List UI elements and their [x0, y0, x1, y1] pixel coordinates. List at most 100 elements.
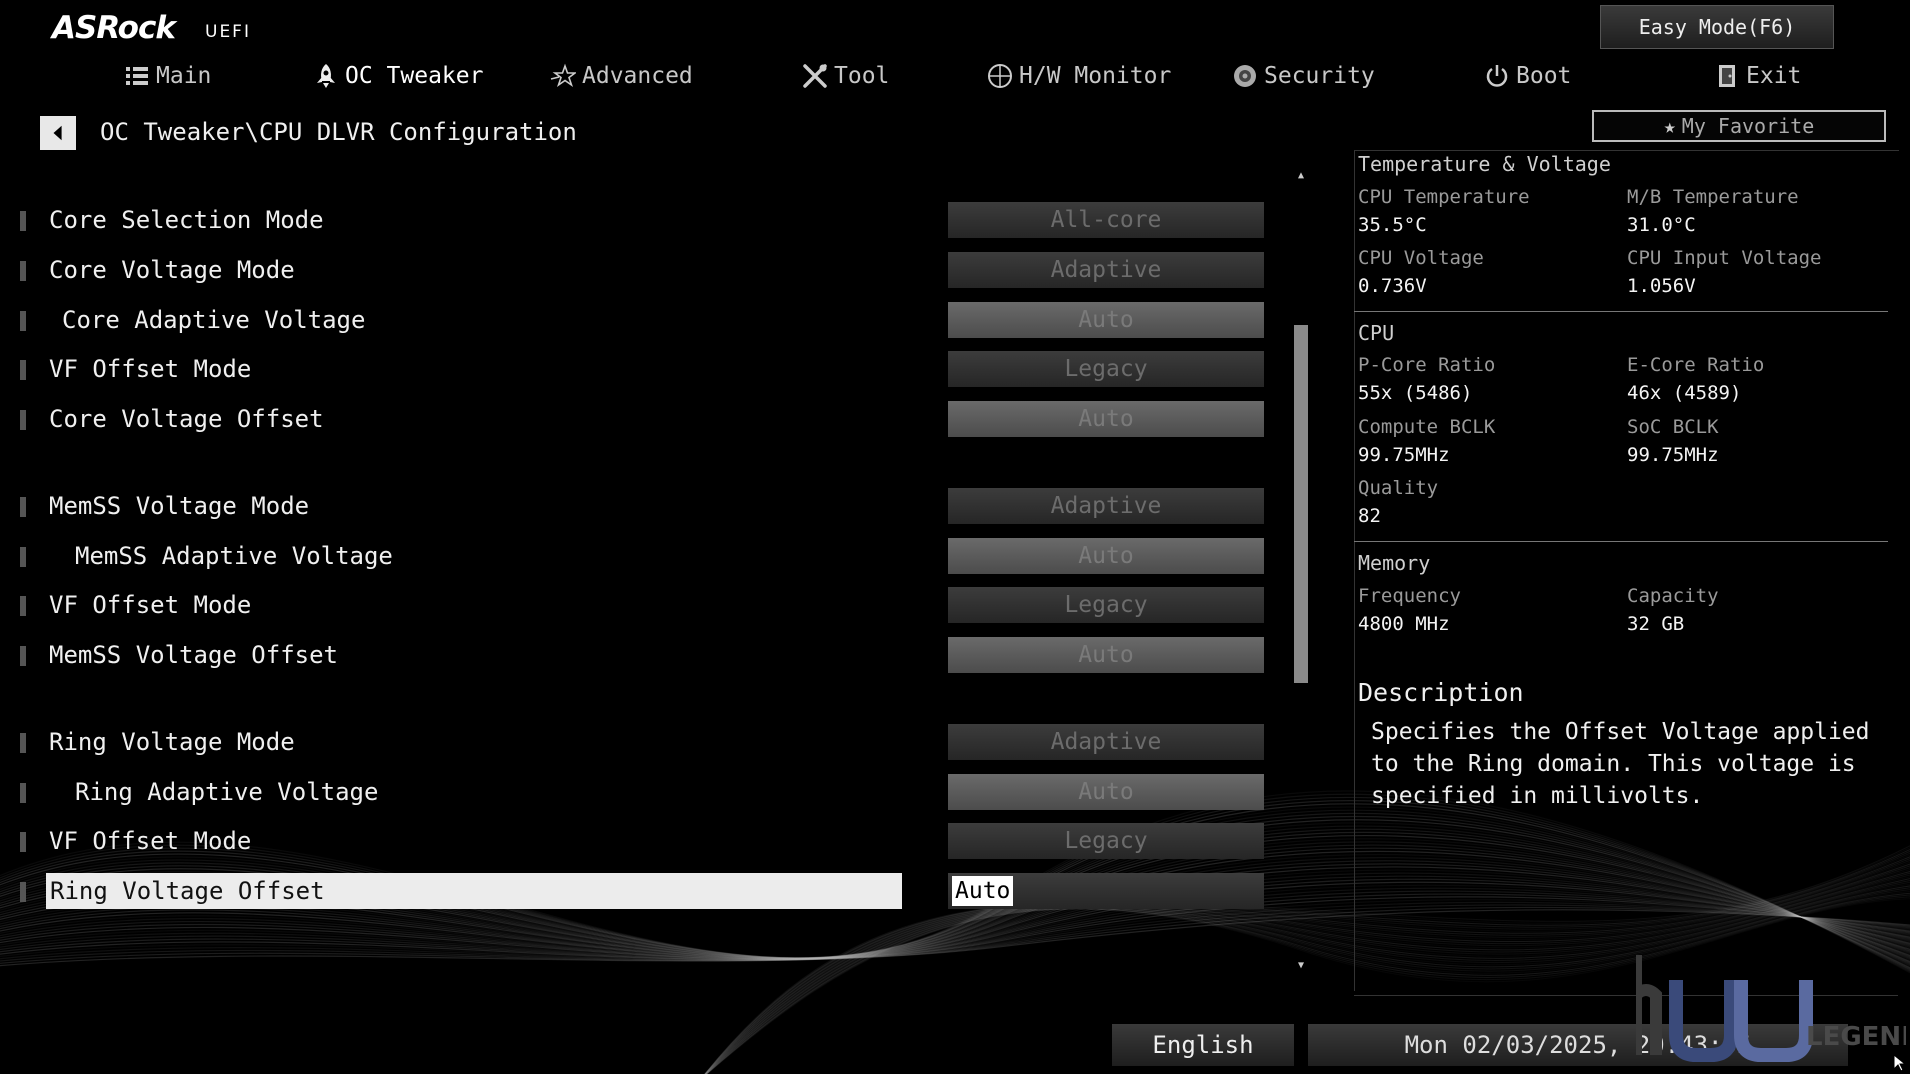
setting-row[interactable]: VF Offset Mode Legacy — [0, 585, 1280, 625]
setting-value[interactable]: All-core — [948, 202, 1264, 238]
my-favorite-button[interactable]: ★ My Favorite — [1592, 110, 1886, 142]
row-marker — [20, 596, 26, 616]
my-favorite-label: My Favorite — [1681, 114, 1815, 138]
setting-label: Ring Voltage Offset — [50, 877, 325, 905]
scrollbar-thumb[interactable] — [1294, 325, 1308, 683]
row-marker — [20, 261, 26, 281]
frequency-label: Frequency — [1358, 585, 1461, 607]
setting-value[interactable]: Auto — [948, 302, 1264, 338]
legend-watermark: LEGEND — [1636, 955, 1906, 1062]
setting-value[interactable]: Legacy — [948, 587, 1264, 623]
frequency-value: 4800 MHz — [1358, 613, 1450, 635]
tab-label: Boot — [1516, 63, 1572, 89]
uefi-label: UEFI — [205, 22, 251, 42]
tab-hw-monitor[interactable]: H/W Monitor — [987, 56, 1171, 96]
setting-label: VF Offset Mode — [49, 591, 252, 619]
easy-mode-button[interactable]: Easy Mode(F6) — [1600, 5, 1834, 49]
setting-row[interactable]: MemSS Voltage Mode Adaptive — [0, 486, 1280, 526]
exit-door-icon — [1714, 63, 1740, 89]
soc-bclk-label: SoC BCLK — [1627, 416, 1719, 438]
tab-label: Security — [1264, 63, 1375, 89]
setting-value[interactable]: Auto — [948, 637, 1264, 673]
setting-value-text[interactable]: Auto — [952, 876, 1014, 906]
setting-row[interactable]: Core Adaptive Voltage Auto — [0, 300, 1280, 340]
setting-row[interactable]: Core Voltage Mode Adaptive — [0, 250, 1280, 290]
setting-label: Core Adaptive Voltage — [62, 306, 366, 334]
setting-value[interactable]: Adaptive — [948, 724, 1264, 760]
ecore-ratio-value: 46x (4589) — [1627, 382, 1742, 404]
tab-label: H/W Monitor — [1019, 63, 1172, 89]
tab-exit[interactable]: Exit — [1714, 56, 1801, 96]
setting-value[interactable]: Auto — [948, 774, 1264, 810]
setting-row[interactable]: Core Selection Mode All-core — [0, 200, 1280, 240]
temp-voltage-title: Temperature & Voltage — [1358, 152, 1611, 176]
setting-value[interactable]: Legacy — [948, 351, 1264, 387]
row-marker — [20, 410, 26, 430]
tab-tool[interactable]: Tool — [802, 56, 889, 96]
setting-row[interactable]: Core Voltage Offset Auto — [0, 399, 1280, 439]
quality-value: 82 — [1358, 505, 1381, 527]
setting-value[interactable]: Legacy — [948, 823, 1264, 859]
compute-bclk-label: Compute BCLK — [1358, 416, 1496, 438]
cpu-voltage-value: 0.736V — [1358, 275, 1427, 297]
row-marker — [20, 882, 26, 902]
watermark-text: LEGEND — [1806, 1022, 1906, 1052]
memory-section-title: Memory — [1358, 551, 1431, 575]
description-title: Description — [1358, 678, 1524, 707]
mb-temp-value: 31.0°C — [1627, 214, 1696, 236]
back-arrow-icon — [53, 125, 62, 141]
capacity-label: Capacity — [1627, 585, 1719, 607]
mouse-cursor-icon — [1893, 1054, 1907, 1072]
breadcrumb: OC Tweaker\CPU DLVR Configuration — [100, 118, 577, 146]
back-button[interactable] — [40, 116, 76, 150]
setting-row-selected[interactable]: Ring Voltage Offset Auto — [0, 871, 1280, 911]
setting-row[interactable]: MemSS Voltage Offset Auto — [0, 635, 1280, 675]
cpu-temp-label: CPU Temperature — [1358, 186, 1530, 208]
row-marker — [20, 646, 26, 666]
tab-oc-tweaker[interactable]: OC Tweaker — [313, 56, 483, 96]
tab-label: Exit — [1746, 63, 1802, 89]
tab-label: Advanced — [582, 63, 693, 89]
pcore-ratio-label: P-Core Ratio — [1358, 354, 1496, 376]
tab-advanced[interactable]: Advanced — [550, 56, 693, 96]
setting-row[interactable]: VF Offset Mode Legacy — [0, 821, 1280, 861]
row-marker — [20, 832, 26, 852]
mb-temp-label: M/B Temperature — [1627, 186, 1799, 208]
setting-value[interactable]: Adaptive — [948, 252, 1264, 288]
asrock-logo: ASRock — [52, 10, 176, 46]
cpu-voltage-label: CPU Voltage — [1358, 247, 1484, 269]
description-text: Specifies the Offset Voltage applied to … — [1371, 719, 1870, 809]
setting-label: MemSS Adaptive Voltage — [75, 542, 393, 570]
scroll-up-arrow-icon[interactable]: ▲ — [1294, 170, 1308, 186]
power-icon — [1484, 63, 1510, 89]
capacity-value: 32 GB — [1627, 613, 1685, 635]
soc-bclk-value: 99.75MHz — [1627, 444, 1719, 466]
row-marker — [20, 311, 26, 331]
setting-row[interactable]: MemSS Adaptive Voltage Auto — [0, 536, 1280, 576]
tab-security[interactable]: Security — [1232, 56, 1375, 96]
setting-value[interactable]: Adaptive — [948, 488, 1264, 524]
setting-row[interactable]: VF Offset Mode Legacy — [0, 349, 1280, 389]
setting-value[interactable]: Auto — [948, 873, 1264, 909]
setting-label: Core Voltage Mode — [49, 256, 295, 284]
row-marker — [20, 211, 26, 231]
rocket-icon — [313, 63, 339, 89]
tab-main[interactable]: Main — [124, 56, 211, 96]
scroll-down-arrow-icon[interactable]: ▼ — [1294, 960, 1308, 976]
setting-value[interactable]: Auto — [948, 538, 1264, 574]
setting-label: Core Selection Mode — [49, 206, 324, 234]
language-button[interactable]: English — [1112, 1024, 1294, 1066]
cpu-input-voltage-label: CPU Input Voltage — [1627, 247, 1822, 269]
list-icon — [124, 63, 150, 89]
setting-label: Core Voltage Offset — [49, 405, 324, 433]
tab-boot[interactable]: Boot — [1484, 56, 1571, 96]
compute-bclk-value: 99.75MHz — [1358, 444, 1450, 466]
setting-row[interactable]: Ring Voltage Mode Adaptive — [0, 722, 1280, 762]
setting-label: VF Offset Mode — [49, 355, 252, 383]
setting-label: VF Offset Mode — [49, 827, 252, 855]
star-icon — [550, 63, 576, 89]
cpu-input-voltage-value: 1.056V — [1627, 275, 1696, 297]
setting-value[interactable]: Auto — [948, 401, 1264, 437]
setting-row[interactable]: Ring Adaptive Voltage Auto — [0, 772, 1280, 812]
setting-label: MemSS Voltage Offset — [49, 641, 338, 669]
